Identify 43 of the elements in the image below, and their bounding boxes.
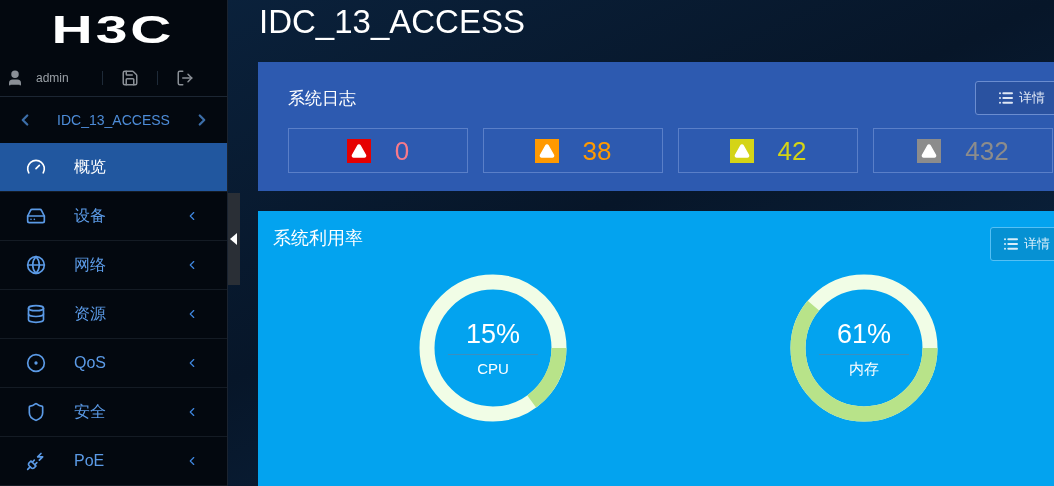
drive-icon [26,206,46,226]
menu-label: PoE [74,451,106,471]
menu-item[interactable]: 网络 [0,241,227,290]
log-count-card[interactable]: 42 [678,128,858,173]
gauge-value: 15% [465,320,520,348]
user-name: admin [36,69,70,87]
database-icon [26,304,46,324]
logout-button[interactable] [176,68,194,87]
log-count: 432 [965,137,1009,164]
user-icon [6,68,24,87]
details-button[interactable]: 详情 [975,81,1054,115]
page-title: IDC_13_ACCESS [258,2,526,42]
gauge-label: 内存 [849,360,879,376]
logo: H3C [52,10,175,49]
menu-item[interactable]: 设备 [0,192,227,241]
list-icon [1003,236,1019,252]
log-count: 42 [777,137,807,164]
log-count: 0 [394,137,410,164]
menu-item[interactable]: QoS [0,339,227,388]
device-name: IDC_13_ACCESS [57,110,170,130]
menu-item[interactable]: 概览 [0,143,227,192]
menu-label: 概览 [74,157,107,177]
menu-label: QoS [74,353,107,373]
gauge-value: 61% [836,320,891,348]
globe-icon [26,255,46,275]
list-icon [998,90,1014,106]
panel-title: 系统利用率 [273,227,363,250]
circle-icon [26,353,46,373]
plug-icon [26,451,46,471]
menu-label: 资源 [74,304,107,324]
panel-title: 系统日志 [288,88,356,110]
collapse-handle[interactable] [228,193,240,285]
save-button[interactable] [121,68,139,87]
shield-icon [26,402,46,422]
menu-label: 安全 [74,402,107,422]
menu-item[interactable]: 安全 [0,388,227,437]
menu-label: 网络 [74,255,107,275]
menu-item[interactable]: PoE [0,437,227,486]
menu-item[interactable]: 资源 [0,290,227,339]
log-count: 38 [582,137,612,164]
menu-label: 设备 [74,206,107,226]
gauge-icon [26,157,46,177]
gauge-label: CPU [477,360,509,376]
